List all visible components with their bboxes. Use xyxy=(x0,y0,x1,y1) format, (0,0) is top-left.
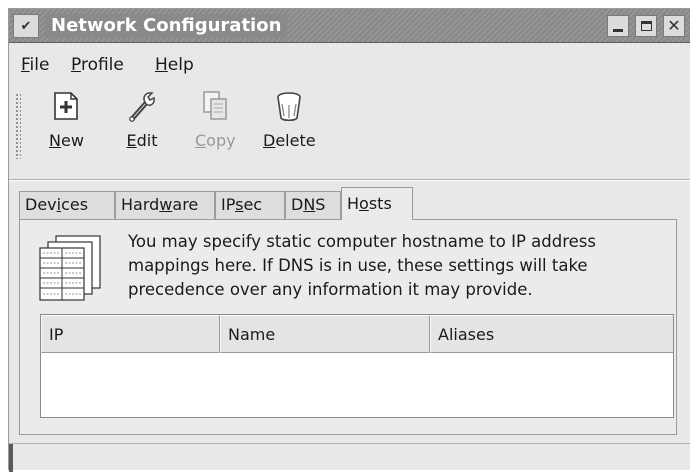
window-menu-button[interactable]: ✔ xyxy=(13,14,39,38)
tab-dns[interactable]: DNS xyxy=(285,191,341,219)
minimize-icon xyxy=(613,28,623,32)
column-header-ip[interactable]: IP xyxy=(41,315,220,353)
tab-ipsec[interactable]: IPsec xyxy=(215,191,285,219)
toolbar: New Edit Copy Delete xyxy=(9,87,690,183)
close-button[interactable]: ✕ xyxy=(663,15,685,37)
toolbar-separator xyxy=(9,179,690,181)
hosts-tab-page: You may specify static computer hostname… xyxy=(19,219,677,435)
hosts-list[interactable]: IP Name Aliases xyxy=(40,314,674,418)
menu-profile[interactable]: Profile xyxy=(71,55,124,75)
trash-icon xyxy=(277,92,302,122)
copy-button[interactable]: Copy xyxy=(195,89,236,150)
maximize-button[interactable] xyxy=(635,15,657,37)
title-bar[interactable]: ✔ Network Configuration ✕ xyxy=(9,9,690,43)
menu-help[interactable]: Help xyxy=(155,55,194,75)
tab-hosts[interactable]: Hosts xyxy=(341,187,413,220)
toolbar-grip-handle[interactable] xyxy=(15,93,21,159)
hosts-info-text: You may specify static computer hostname… xyxy=(128,232,597,299)
tab-devices[interactable]: Devices xyxy=(19,191,115,219)
maximize-icon xyxy=(640,21,652,31)
status-bar-edge xyxy=(9,444,13,472)
window-title: Network Configuration xyxy=(45,14,288,38)
minimize-button[interactable] xyxy=(607,15,629,37)
new-icon xyxy=(54,92,79,120)
delete-button[interactable]: Delete xyxy=(263,89,316,150)
status-bar xyxy=(9,443,690,472)
hosts-list-header: IP Name Aliases xyxy=(41,315,673,353)
copy-icon xyxy=(203,91,228,120)
network-configuration-window: ✔ Network Configuration ✕ File Profile H… xyxy=(8,8,690,472)
menu-file[interactable]: File xyxy=(21,55,49,75)
new-button[interactable]: New xyxy=(49,89,84,150)
column-header-name[interactable]: Name xyxy=(220,315,430,353)
edit-button[interactable]: Edit xyxy=(125,89,159,150)
wrench-icon xyxy=(129,92,155,122)
close-icon: ✕ xyxy=(667,16,681,35)
tab-hardware[interactable]: Hardware xyxy=(115,191,215,219)
menu-bar: File Profile Help xyxy=(9,49,690,79)
chevron-down-icon: ✔ xyxy=(20,18,32,34)
column-header-aliases[interactable]: Aliases xyxy=(430,315,673,353)
hosts-table-icon xyxy=(39,235,101,301)
